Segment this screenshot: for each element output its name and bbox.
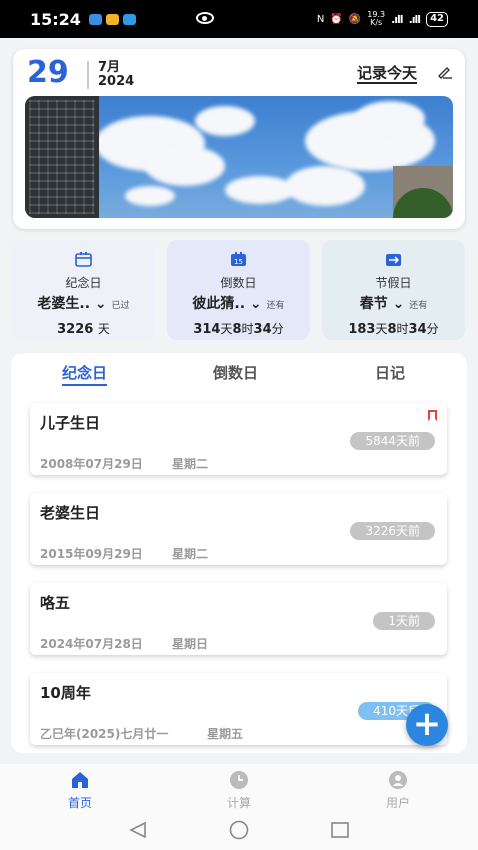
card-label: 倒数日 xyxy=(220,276,257,290)
app-notification-icon xyxy=(105,13,119,25)
event-badge: 5844天前 xyxy=(350,432,435,450)
calendar-15-icon: 15 xyxy=(231,252,246,266)
card-label: 节假日 xyxy=(375,276,412,290)
event-weekday: 星期二 xyxy=(172,457,209,471)
status-bar: 15:24 N ⏰ 🔕 19.3 K/s .ıll .ıll 42 xyxy=(0,0,478,38)
card-value: 3226 天 xyxy=(57,322,110,337)
events-panel: 纪念日 倒数日 日记 儿子生日 5844天前 2008年07月29日 星期二 老… xyxy=(11,353,467,753)
record-today-button[interactable]: 记录今天 xyxy=(357,64,418,84)
date-card: 29 7月 2024 记录今天 xyxy=(13,49,465,229)
status-right: N ⏰ 🔕 19.3 K/s .ıll .ıll 42 xyxy=(317,11,448,27)
tab-countdown[interactable]: 倒数日 xyxy=(213,362,258,383)
svg-text:15: 15 xyxy=(234,258,243,266)
holiday-summary-card[interactable]: 节假日 春节 ⌄ 还有 183天8时34分 xyxy=(322,240,465,340)
event-badge: 1天前 xyxy=(373,612,435,630)
battery-icon: 42 xyxy=(426,11,448,27)
signal-icon: .ıll xyxy=(408,12,421,26)
event-item[interactable]: 儿子生日 5844天前 2008年07月29日 星期二 xyxy=(30,403,447,475)
card-value: 314天8时34分 xyxy=(193,322,284,337)
event-title: 10周年 xyxy=(40,684,91,702)
event-weekday: 星期五 xyxy=(207,727,244,741)
event-item[interactable]: 老婆生日 3226天前 2015年09月29日 星期二 xyxy=(30,493,447,565)
home-circle-icon[interactable] xyxy=(228,820,250,840)
anniversary-summary-card[interactable]: 纪念日 老婆生.. ⌄ 已过 3226 天 xyxy=(12,240,155,340)
event-item[interactable]: 10周年 410天后 乙巳年(2025)七月廿一 星期五 xyxy=(30,673,447,745)
event-date: 2015年09月29日 xyxy=(40,547,143,561)
pen-icon[interactable] xyxy=(437,64,453,80)
user-icon xyxy=(389,771,407,789)
today-year: 2024 xyxy=(98,74,135,89)
nav-calculate[interactable]: 计算 xyxy=(204,770,274,811)
event-date: 2024年07月28日 xyxy=(40,637,143,651)
event-weekday: 星期日 xyxy=(172,637,209,651)
network-speed: 19.3 K/s xyxy=(367,10,386,27)
nfc-icon: N xyxy=(316,13,325,25)
event-date: 乙巳年(2025)七月廿一 xyxy=(40,727,169,741)
bottom-nav: 首页 计算 用户 xyxy=(0,764,478,814)
today-month: 7月 xyxy=(98,60,121,75)
signal-icon: .ıll xyxy=(391,12,403,26)
event-item[interactable]: 咯五 1天前 2024年07月28日 星期日 xyxy=(30,583,447,655)
recents-icon[interactable] xyxy=(330,821,350,839)
countdown-summary-card[interactable]: 15 倒数日 彼此猜.. ⌄ 还有 314天8时34分 xyxy=(167,240,310,340)
building-left xyxy=(25,96,99,218)
holiday-icon xyxy=(386,254,401,266)
event-weekday: 星期二 xyxy=(172,547,209,561)
tab-diary[interactable]: 日记 xyxy=(375,362,405,383)
back-icon[interactable] xyxy=(128,821,148,839)
event-badge: 3226天前 xyxy=(350,522,435,540)
alarm-icon: ⏰ xyxy=(330,13,343,25)
app-notification-icon xyxy=(122,13,136,25)
cover-photo xyxy=(25,96,453,218)
today-day: 29 xyxy=(27,55,69,90)
chevron-down-icon: ⌄ xyxy=(387,296,410,312)
chevron-down-icon: ⌄ xyxy=(90,296,112,312)
calendar-icon xyxy=(75,252,92,267)
mute-icon: 🔕 xyxy=(348,13,362,25)
event-title: 咯五 xyxy=(40,594,71,612)
event-date: 2008年07月29日 xyxy=(40,457,143,471)
app-notification-icon xyxy=(88,13,102,25)
card-label: 纪念日 xyxy=(65,276,102,290)
event-title: 儿子生日 xyxy=(40,414,101,432)
chevron-down-icon: ⌄ xyxy=(245,296,267,312)
nav-user[interactable]: 用户 xyxy=(363,770,433,811)
bookmark-icon xyxy=(428,410,437,421)
status-time: 15:24 xyxy=(30,9,81,29)
card-title[interactable]: 老婆生.. ⌄ 已过 xyxy=(12,293,155,313)
clock-icon xyxy=(230,771,248,789)
home-icon xyxy=(72,772,88,788)
card-title[interactable]: 春节 ⌄ 还有 xyxy=(322,293,465,313)
tab-anniversary[interactable]: 纪念日 xyxy=(62,362,108,386)
card-title[interactable]: 彼此猜.. ⌄ 还有 xyxy=(167,293,310,313)
divider xyxy=(87,61,89,89)
notification-icons xyxy=(88,13,136,25)
card-value: 183天8时34分 xyxy=(348,322,439,337)
eye-icon xyxy=(196,12,214,24)
system-nav-bar xyxy=(0,814,478,850)
nav-home[interactable]: 首页 xyxy=(45,770,115,811)
event-title: 老婆生日 xyxy=(40,504,101,522)
add-event-button[interactable]: + xyxy=(406,704,448,746)
